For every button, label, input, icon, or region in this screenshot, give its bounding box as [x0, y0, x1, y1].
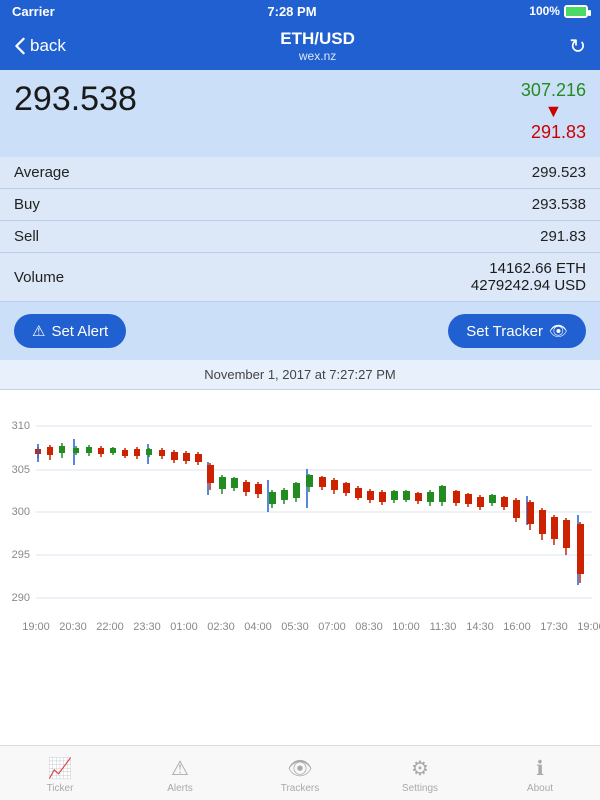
svg-text:10:00: 10:00: [392, 621, 420, 633]
svg-text:11:30: 11:30: [430, 621, 457, 633]
candlestick-chart: .grid-line { stroke: #dde4f0; stroke-wid…: [0, 390, 600, 652]
price-down-arrow: ▼: [521, 101, 586, 122]
chevron-left-icon: [14, 37, 26, 55]
volume-eth: 14162.66 ETH: [489, 260, 586, 277]
set-tracker-button[interactable]: Set Tracker 👁: [448, 314, 586, 348]
svg-text:14:30: 14:30: [466, 621, 494, 633]
chart-area: .grid-line { stroke: #dde4f0; stroke-wid…: [0, 390, 600, 652]
svg-text:20:30: 20:30: [59, 621, 87, 633]
stat-label-buy: Buy: [14, 196, 40, 213]
tab-trackers-label: Trackers: [281, 783, 320, 794]
alert-icon: ⚠: [32, 322, 45, 340]
current-price: 293.538: [14, 80, 137, 119]
svg-text:07:00: 07:00: [318, 621, 346, 633]
tab-about[interactable]: ℹ About: [480, 752, 600, 794]
stat-value-buy: 293.538: [532, 196, 586, 213]
nav-title-group: ETH/USD wex.nz: [280, 29, 355, 63]
stat-row-buy: Buy 293.538: [0, 189, 600, 221]
time-label: 7:28 PM: [267, 4, 316, 19]
battery-area: 100%: [529, 4, 588, 18]
svg-text:19:00: 19:00: [577, 621, 600, 633]
price-high: 307.216: [521, 80, 586, 101]
y-label-300: 300: [12, 506, 30, 518]
eye-icon: 👁: [549, 322, 568, 340]
ticker-icon: 📈: [48, 756, 73, 781]
tab-alerts[interactable]: ⚠ Alerts: [120, 752, 240, 794]
stat-value-sell: 291.83: [540, 228, 586, 245]
nav-subtitle: wex.nz: [280, 49, 355, 63]
svg-text:02:30: 02:30: [207, 621, 235, 633]
battery-percent: 100%: [529, 4, 560, 18]
price-right: 307.216 ▼ 291.83: [521, 80, 586, 143]
battery-icon: [564, 5, 588, 18]
refresh-button[interactable]: ↻: [569, 34, 586, 59]
y-label-290: 290: [12, 592, 30, 604]
svg-text:17:30: 17:30: [540, 621, 568, 633]
back-label: back: [30, 36, 66, 56]
settings-icon: ⚙: [411, 756, 429, 781]
about-icon: ℹ: [536, 756, 544, 781]
svg-text:16:00: 16:00: [503, 621, 531, 633]
tab-ticker-label: Ticker: [47, 783, 74, 794]
y-label-310: 310: [12, 420, 30, 432]
alerts-icon: ⚠: [171, 756, 189, 781]
stat-value-average: 299.523: [532, 164, 586, 181]
y-label-305: 305: [12, 464, 30, 476]
svg-text:22:00: 22:00: [96, 621, 124, 633]
back-button[interactable]: back: [14, 36, 66, 56]
set-alert-button[interactable]: ⚠ Set Alert: [14, 314, 126, 348]
tab-ticker[interactable]: 📈 Ticker: [0, 752, 120, 794]
stat-label-average: Average: [14, 164, 70, 181]
battery-fill: [566, 7, 586, 16]
svg-text:19:00: 19:00: [22, 621, 50, 633]
price-header: 293.538 307.216 ▼ 291.83: [0, 70, 600, 157]
timestamp: November 1, 2017 at 7:27:27 PM: [0, 360, 600, 390]
stat-label-sell: Sell: [14, 228, 39, 245]
carrier-label: Carrier: [12, 4, 55, 19]
volume-usd: 4279242.94 USD: [471, 277, 586, 294]
stat-row-sell: Sell 291.83: [0, 221, 600, 253]
nav-bar: back ETH/USD wex.nz ↻: [0, 22, 600, 70]
stat-row-average: Average 299.523: [0, 157, 600, 189]
tab-alerts-label: Alerts: [167, 783, 193, 794]
status-bar: Carrier 7:28 PM 100%: [0, 0, 600, 22]
tab-about-label: About: [527, 783, 553, 794]
nav-title: ETH/USD: [280, 29, 355, 49]
stats-table: Average 299.523 Buy 293.538 Sell 291.83 …: [0, 157, 600, 302]
stat-label-volume: Volume: [14, 269, 64, 286]
stat-row-volume: Volume 14162.66 ETH 4279242.94 USD: [0, 253, 600, 302]
price-low: 291.83: [521, 122, 586, 143]
tab-bar: 📈 Ticker ⚠ Alerts 👁 Trackers ⚙ Settings …: [0, 745, 600, 800]
tab-settings[interactable]: ⚙ Settings: [360, 752, 480, 794]
volume-values: 14162.66 ETH 4279242.94 USD: [471, 260, 586, 294]
y-label-295: 295: [12, 549, 30, 561]
svg-text:23:30: 23:30: [133, 621, 161, 633]
buttons-row: ⚠ Set Alert Set Tracker 👁: [0, 302, 600, 360]
tab-settings-label: Settings: [402, 783, 438, 794]
tab-trackers[interactable]: 👁 Trackers: [240, 752, 360, 794]
alert-label: Set Alert: [51, 323, 108, 340]
svg-text:01:00: 01:00: [170, 621, 198, 633]
trackers-icon: 👁: [287, 756, 312, 781]
svg-text:08:30: 08:30: [355, 621, 383, 633]
svg-text:04:00: 04:00: [244, 621, 272, 633]
svg-text:05:30: 05:30: [281, 621, 309, 633]
tracker-label: Set Tracker: [466, 323, 543, 340]
